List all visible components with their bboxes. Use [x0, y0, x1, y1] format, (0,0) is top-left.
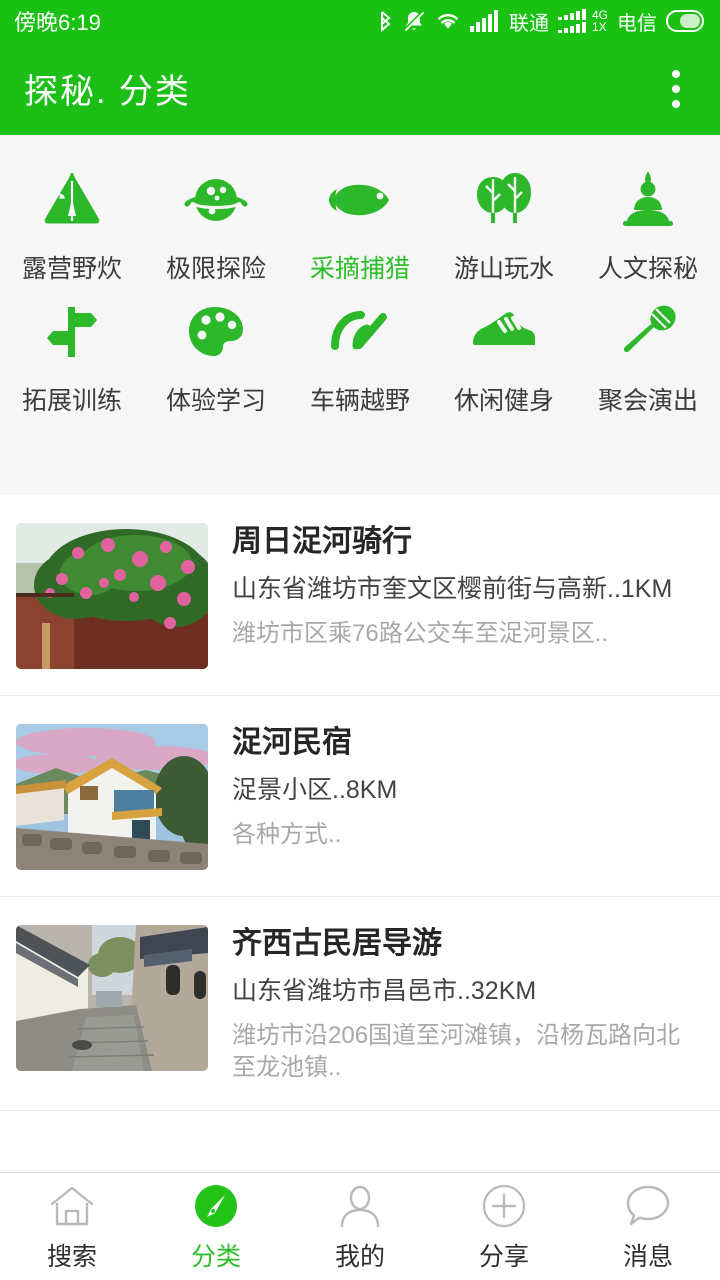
wifi-icon	[435, 10, 461, 32]
overflow-menu-icon[interactable]	[654, 63, 698, 115]
listing-text: 浞河民宿 浞景小区..8KM 各种方式..	[232, 724, 704, 851]
listing-description: 潍坊市沿206国道至河滩镇，沿杨瓦路向北至龙池镇..	[232, 1021, 681, 1081]
listing-list: 周日浞河骑行 山东省潍坊市奎文区樱前街与高新..1KM 潍坊市区乘76路公交车至…	[0, 495, 720, 1112]
category-label: 露营野炊	[21, 255, 122, 283]
nav-label: 我的	[334, 1242, 385, 1271]
overflow-dot	[672, 84, 680, 93]
category-item-sightseeing[interactable]: 游山玩水	[432, 153, 576, 285]
planet-icon	[179, 165, 253, 235]
category-label: 采摘捕猎	[309, 255, 410, 283]
nav-label: 分类	[190, 1242, 241, 1271]
home-icon	[46, 1181, 98, 1231]
listing-description: 各种方式..	[232, 820, 342, 848]
person-icon	[334, 1181, 386, 1231]
tent-icon	[35, 165, 109, 235]
signal-bars-2-icon	[557, 9, 588, 33]
nav-item-messages[interactable]: 消息	[576, 1181, 720, 1273]
category-item-training[interactable]: 拓展训练	[0, 285, 144, 417]
listing-subtitle: 山东省潍坊市昌邑市..32KM	[232, 976, 537, 1005]
category-item-fishing[interactable]: 采摘捕猎	[288, 153, 432, 285]
category-item-performance[interactable]: 聚会演出	[576, 285, 720, 417]
category-item-culture[interactable]: 人文探秘	[576, 153, 720, 285]
app-bar: 探秘. 分类	[0, 42, 720, 135]
roses-boardwalk-photo	[16, 523, 208, 669]
signal-bars-icon	[469, 10, 500, 32]
category-row-2: 拓展训练 体验学习 车辆越野 休闲健身 聚会演出	[0, 285, 720, 417]
network-sub-text: 1X	[591, 20, 607, 34]
page-title: 探秘. 分类	[24, 73, 191, 111]
nav-item-share[interactable]: 分享	[432, 1181, 576, 1273]
nav-label: 搜索	[46, 1242, 97, 1271]
compass-icon	[190, 1181, 242, 1231]
nav-item-profile[interactable]: 我的	[288, 1181, 432, 1273]
status-time: 傍晚6:19	[14, 10, 101, 35]
listing-title: 周日浞河骑行	[232, 525, 412, 558]
bell-muted-icon	[402, 9, 426, 33]
bottom-navigation: 搜索 分类 我的 分享 消息	[0, 1172, 720, 1280]
status-bar: 傍晚6:19 联通 4G 1X 电信	[0, 0, 720, 42]
category-grid: 露营野炊 极限探险 采摘捕猎 游山玩水 人文探秘 拓展训练 体验学习 车辆越野 …	[0, 135, 720, 495]
overflow-dot	[672, 69, 680, 78]
bluetooth-icon	[377, 9, 393, 33]
fish-icon	[323, 165, 397, 235]
network-type-label: 4G 1X	[592, 9, 608, 33]
listing-subtitle: 浞景小区..8KM	[232, 775, 398, 804]
nav-label: 消息	[622, 1242, 673, 1271]
chat-bubble-icon	[622, 1181, 674, 1231]
category-row-1: 露营野炊 极限探险 采摘捕猎 游山玩水 人文探秘	[0, 153, 720, 285]
sneaker-icon	[467, 297, 541, 367]
carrier-label-1: 联通	[508, 12, 549, 35]
category-label: 车辆越野	[309, 387, 410, 415]
category-item-fitness[interactable]: 休闲健身	[432, 285, 576, 417]
category-label: 极限探险	[165, 255, 266, 283]
listing-subtitle: 山东省潍坊市奎文区樱前街与高新..1KM	[232, 574, 673, 603]
speedometer-icon	[323, 297, 397, 367]
palette-icon	[179, 297, 253, 367]
category-item-camping[interactable]: 露营野炊	[0, 153, 144, 285]
trees-icon	[467, 165, 541, 235]
buddha-icon	[611, 165, 685, 235]
plus-circle-icon	[478, 1181, 530, 1231]
listing-text: 周日浞河骑行 山东省潍坊市奎文区樱前街与高新..1KM 潍坊市区乘76路公交车至…	[232, 523, 704, 650]
listing-text: 齐西古民居导游 山东省潍坊市昌邑市..32KM 潍坊市沿206国道至河滩镇，沿杨…	[232, 925, 704, 1084]
nav-item-search[interactable]: 搜索	[0, 1181, 144, 1273]
overflow-dot	[672, 99, 680, 108]
ancient-stone-alley-photo	[16, 925, 208, 1071]
listing-title: 齐西古民居导游	[232, 927, 442, 960]
category-item-learning[interactable]: 体验学习	[144, 285, 288, 417]
category-label: 聚会演出	[597, 387, 698, 415]
nav-label: 分享	[478, 1242, 529, 1271]
status-icons: 联通 4G 1X 电信	[377, 7, 706, 36]
category-label: 体验学习	[165, 387, 266, 415]
category-label: 人文探秘	[597, 255, 698, 283]
microphone-icon	[611, 297, 685, 367]
category-label: 游山玩水	[453, 255, 554, 283]
list-item[interactable]: 浞河民宿 浞景小区..8KM 各种方式..	[0, 696, 720, 897]
nav-item-categories[interactable]: 分类	[144, 1181, 288, 1273]
category-item-offroad[interactable]: 车辆越野	[288, 285, 432, 417]
listing-title: 浞河民宿	[232, 726, 352, 759]
white-villa-sunset-photo	[16, 724, 208, 870]
carrier-label-2: 电信	[617, 12, 657, 35]
category-item-extreme[interactable]: 极限探险	[144, 153, 288, 285]
category-label: 拓展训练	[21, 387, 122, 415]
listing-description: 潍坊市区乘76路公交车至浞河景区..	[232, 619, 609, 647]
signpost-icon	[35, 297, 109, 367]
category-label: 休闲健身	[453, 387, 554, 415]
list-item[interactable]: 周日浞河骑行 山东省潍坊市奎文区樱前街与高新..1KM 潍坊市区乘76路公交车至…	[0, 495, 720, 696]
battery-icon	[666, 10, 706, 32]
list-item[interactable]: 齐西古民居导游 山东省潍坊市昌邑市..32KM 潍坊市沿206国道至河滩镇，沿杨…	[0, 897, 720, 1112]
